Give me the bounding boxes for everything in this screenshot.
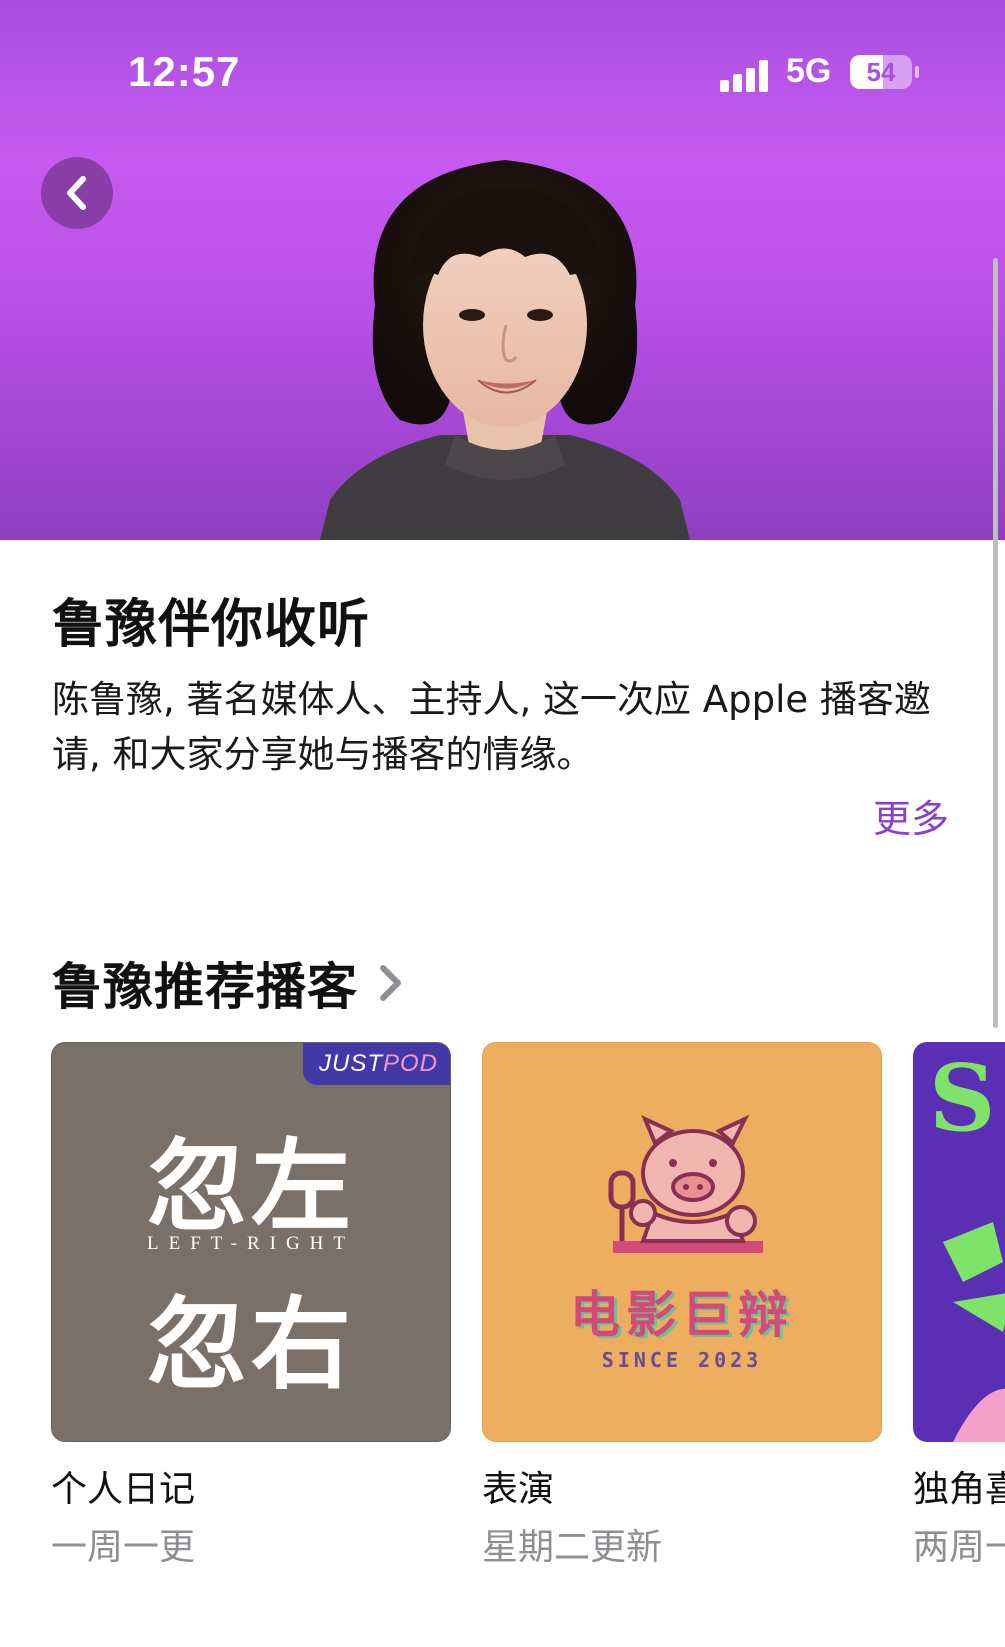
status-bar: 12:57 5G 54	[0, 0, 1005, 150]
podcast-cover-standup[interactable]: S	[913, 1042, 1005, 1442]
cover-title: 电影巨辩	[570, 1286, 794, 1344]
hero-banner: 12:57 5G 54	[0, 0, 1005, 540]
pig-microphone-icon	[608, 1114, 763, 1253]
decor-shape	[953, 1388, 1005, 1442]
network-type: 5G	[786, 52, 832, 90]
cellular-signal-icon	[720, 56, 772, 92]
podcast-genre: 表演	[482, 1469, 555, 1510]
badge-just: JUST	[318, 1050, 383, 1077]
battery-level: 54	[866, 57, 896, 87]
battery-tip	[915, 66, 919, 78]
podcast-card[interactable]: S 独角喜 两周一	[913, 1042, 1005, 1562]
section-title: 鲁豫推荐播客	[52, 958, 358, 1016]
justpod-logo: JUSTPOD	[302, 1043, 450, 1085]
chevron-left-icon	[67, 176, 86, 210]
cover-subtitle: LEFT-RIGHT	[146, 1233, 356, 1254]
cover-title-line1: 忽左	[147, 1127, 355, 1245]
status-time: 12:57	[128, 48, 241, 95]
podcast-cover-movie-debate[interactable]: 电影巨辩 SINCE 2023	[482, 1042, 882, 1442]
podcast-frequency: 星期二更新	[482, 1527, 663, 1562]
cover-since: SINCE 2023	[601, 1348, 763, 1372]
podcast-genre: 个人日记	[51, 1469, 196, 1510]
abstract-art-icon	[943, 1222, 1005, 1332]
scrollbar[interactable]	[993, 258, 998, 1028]
podcast-cover-left-right[interactable]: JUSTPOD 忽左 LEFT-RIGHT 忽右	[51, 1042, 451, 1442]
podcast-carousel[interactable]: JUSTPOD 忽左 LEFT-RIGHT 忽右 个人日记 一周一更 电影巨辩 …	[0, 1042, 1005, 1562]
podcast-frequency: 一周一更	[51, 1527, 196, 1562]
podcast-frequency: 两周一	[913, 1527, 1005, 1562]
cover-title-line2: 忽右	[147, 1285, 355, 1403]
badge-pod: POD	[382, 1050, 438, 1077]
battery-icon: 54	[850, 55, 912, 89]
cover-glyph: S	[929, 1044, 996, 1152]
page-title: 鲁豫伴你收听	[52, 595, 371, 655]
back-button[interactable]	[41, 157, 113, 229]
chevron-right-icon	[380, 965, 401, 1001]
page-description: 陈鲁豫, 著名媒体人、主持人, 这一次应 Apple 播客邀请, 和大家分享她与…	[52, 678, 931, 776]
podcast-card[interactable]: 电影巨辩 SINCE 2023 表演 星期二更新	[482, 1042, 882, 1562]
section-header-recommended[interactable]: 鲁豫推荐播客	[52, 950, 406, 1016]
more-button[interactable]: 更多	[873, 788, 949, 843]
podcast-card[interactable]: JUSTPOD 忽左 LEFT-RIGHT 忽右 个人日记 一周一更	[51, 1042, 451, 1562]
podcast-genre: 独角喜	[913, 1469, 1005, 1510]
host-portrait-image	[320, 160, 690, 540]
